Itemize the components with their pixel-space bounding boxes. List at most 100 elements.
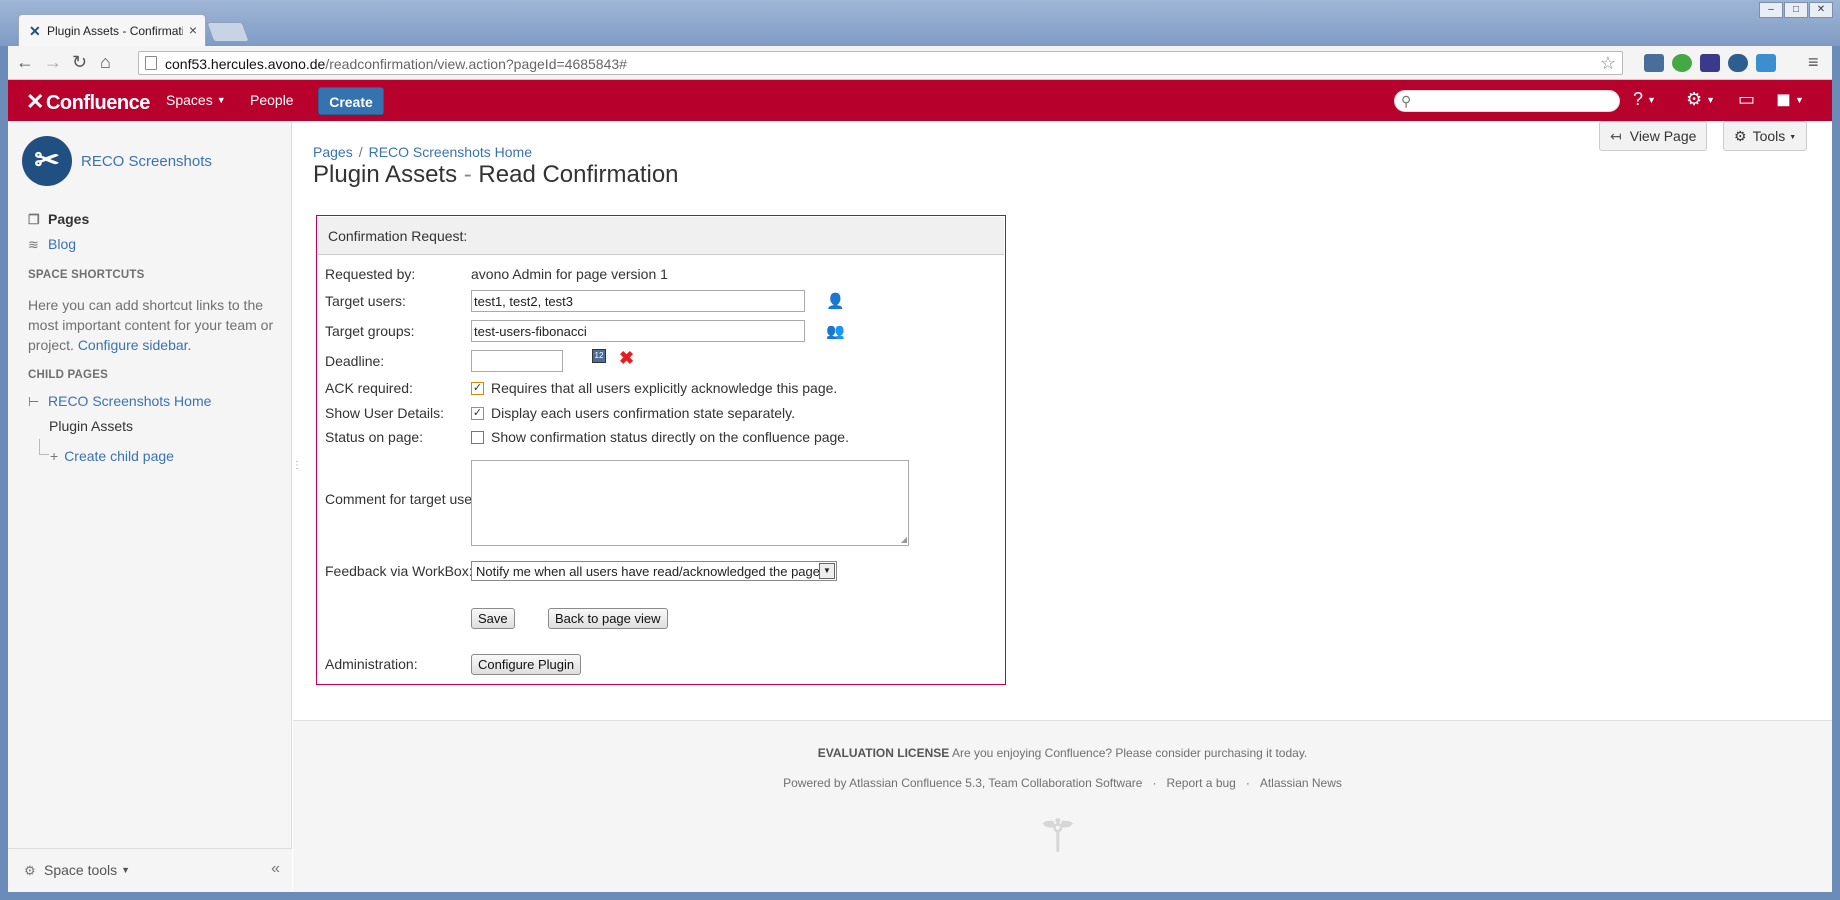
tools-button[interactable]: ⚙ Tools ▼ [1723,121,1808,151]
confluence-header: ✕ Confluence Spaces ▼ People Create ⚲ ? ▼ ⚙… [8,80,1832,121]
sidebar-footer: ⚙ Space tools ▼ « [8,848,292,892]
group-picker-icon[interactable]: 👥 [826,322,845,340]
help-icon[interactable]: ? ▼ [1633,89,1656,110]
atlassian-news-link[interactable]: Atlassian News [1260,776,1342,790]
space-shortcuts-heading: SPACE SHORTCUTS [28,269,145,281]
sidebar-item-blog[interactable]: ≋ Blog [28,236,76,253]
configure-sidebar-link[interactable]: Configure sidebar. [78,337,192,353]
child-page-current[interactable]: Plugin Assets [49,418,133,434]
show-user-details-label: Show User Details: [325,405,445,421]
tab-title: Plugin Assets - Confirmati [47,24,183,38]
configure-plugin-button[interactable]: Configure Plugin [471,654,582,675]
deadline-input[interactable] [471,350,563,372]
target-users-input[interactable]: test1, test2, test3 [471,290,805,312]
search-input[interactable]: ⚲ [1394,90,1620,112]
comment-textarea[interactable]: ◢ [471,460,909,546]
create-child-page-link[interactable]: + Create child page [50,448,174,464]
confluence-logo[interactable]: ✕ Confluence [26,89,150,115]
minimize-button[interactable]: – [1759,2,1783,18]
show-user-details-checkbox[interactable]: ✓ [471,407,484,420]
gear-icon[interactable]: ⚙ ▼ [1686,89,1715,110]
ack-required-checkbox[interactable]: ✓ [471,382,484,395]
extension-icon[interactable] [1700,54,1720,72]
maximize-button[interactable]: □ [1784,2,1808,18]
ack-required-text: Requires that all users explicitly ackno… [491,380,838,396]
browser-window: ✕ Plugin Assets - Confirmati × – □ ✕ ← →… [0,0,1840,900]
pages-icon: ❐ [28,212,40,227]
forward-arrow-icon[interactable]: → [44,52,62,73]
people-link[interactable]: People [250,92,294,108]
collapse-sidebar-icon[interactable]: « [271,860,280,878]
resize-grip-icon[interactable]: ◢ [901,535,907,544]
new-tab-button[interactable] [206,22,250,42]
space-name-link[interactable]: RECO Screenshots [81,153,212,170]
extension-icon[interactable] [1756,54,1776,72]
requested-by-label: Requested by: [325,266,416,282]
spaces-menu[interactable]: Spaces ▼ [166,92,226,108]
back-to-page-view-button[interactable]: Back to page view [548,608,668,629]
feedback-label: Feedback via WorkBox: [325,563,473,579]
calendar-icon[interactable]: 12 [592,349,606,363]
panel-header: Confirmation Request: [318,217,1004,255]
workbox-icon[interactable]: ▭ [1738,89,1755,110]
gear-icon: ⚙ [1734,128,1747,144]
confirmation-panel: Confirmation Request: Requested by: avon… [316,215,1006,685]
plus-icon: + [50,448,59,464]
powered-by-link[interactable]: Powered by Atlassian Confluence 5.3, Tea… [783,776,1142,790]
comment-label: Comment for target users: [325,491,488,507]
user-picker-icon[interactable]: 👤 [826,292,845,310]
extension-icon[interactable] [1644,54,1664,72]
sidebar-splitter[interactable]: ⋮ [292,460,302,471]
child-page-home[interactable]: ⊢ RECO Screenshots Home [28,393,211,410]
home-icon[interactable]: ⌂ [100,52,111,73]
status-on-page-checkbox[interactable] [471,431,484,444]
bookmark-star-icon[interactable]: ☆ [1600,53,1616,74]
back-arrow-icon[interactable]: ← [16,52,34,73]
chevron-down-icon: ▼ [121,865,131,875]
page-title: Plugin Assets - Read Confirmation [313,161,679,188]
tab-close-icon[interactable]: × [189,22,197,38]
confluence-favicon-icon: ✕ [29,23,41,39]
target-groups-label: Target groups: [325,323,415,339]
menu-icon[interactable]: ≡ [1808,52,1819,73]
requested-by-value: avono Admin for page version 1 [471,266,668,282]
clear-deadline-icon[interactable]: ✖ [619,348,634,369]
report-bug-link[interactable]: Report a bug [1166,776,1235,790]
administration-label: Administration: [325,656,418,672]
address-bar[interactable]: conf53.hercules.avono.de/readconfirmatio… [138,51,1623,75]
page-footer: EVALUATION LICENSE Are you enjoying Conf… [293,720,1832,892]
ack-required-label: ACK required: [325,380,413,396]
url-text: conf53.hercules.avono.de/readconfirmatio… [165,56,627,72]
close-window-button[interactable]: ✕ [1809,2,1833,18]
cloud-icon[interactable] [1728,54,1748,72]
breadcrumb-home[interactable]: RECO Screenshots Home [369,144,532,160]
extension-icon[interactable] [1672,54,1692,72]
breadcrumb-pages[interactable]: Pages [313,144,353,160]
space-tools-menu[interactable]: ⚙ Space tools ▼ [24,862,130,879]
create-button[interactable]: Create [318,87,384,115]
status-on-page-text: Show confirmation status directly on the… [491,429,849,445]
space-logo[interactable]: ✂ [22,136,72,186]
feedback-select[interactable]: Notify me when all users have read/ackno… [471,561,837,581]
sidebar: ✂ RECO Screenshots ❐ Pages ≋ Blog SPACE SH… [8,121,292,892]
browser-titlebar: ✕ Plugin Assets - Confirmati × – □ ✕ [0,0,1840,46]
save-button[interactable]: Save [471,608,515,629]
status-on-page-label: Status on page: [325,429,424,445]
breadcrumb: Pages / RECO Screenshots Home [313,144,532,160]
search-icon: ⚲ [1401,93,1412,109]
reload-icon[interactable]: ↻ [72,52,87,73]
chevron-down-icon: ▼ [819,563,835,579]
user-avatar-icon[interactable]: ◼ ▼ [1776,89,1804,110]
back-arrow-icon: ↤ [1610,128,1622,144]
sidebar-item-pages[interactable]: ❐ Pages [28,211,89,228]
breadcrumb-separator: / [358,144,363,160]
page-icon [145,56,157,70]
chevron-down-icon: ▼ [216,95,226,105]
rss-icon: ≋ [28,237,39,252]
tree-icon: ⊢ [28,394,40,409]
view-page-button[interactable]: ↤ View Page [1599,121,1708,151]
browser-tab[interactable]: ✕ Plugin Assets - Confirmati × [18,14,206,46]
target-groups-input[interactable]: test-users-fibonacci [471,320,805,342]
gear-icon: ⚙ [24,863,36,878]
footer-links: Powered by Atlassian Confluence 5.3, Tea… [783,776,1342,790]
